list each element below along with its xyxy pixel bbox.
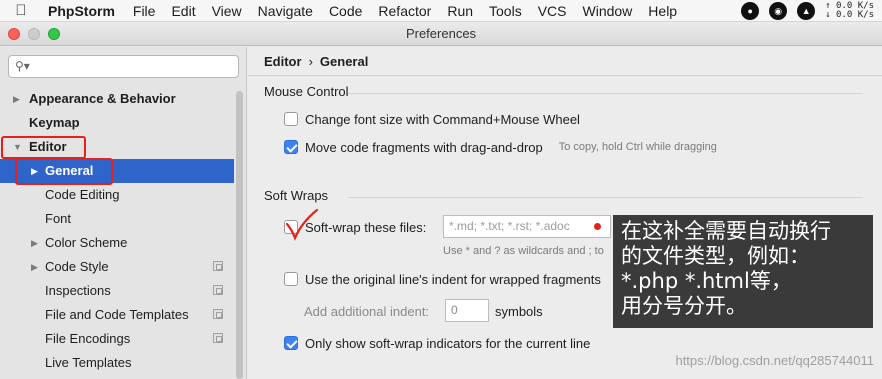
option-label: Only show soft-wrap indicators for the c…	[305, 335, 591, 351]
tree-item-label: Font	[45, 211, 72, 226]
tree-item-code-editing[interactable]: Code Editing	[0, 183, 234, 207]
callout-line: 的文件类型，例如：	[621, 244, 810, 268]
menu-tools[interactable]: Tools	[489, 3, 522, 19]
project-settings-icon	[213, 333, 223, 343]
section-title-soft-wraps: Soft Wraps	[264, 188, 329, 203]
window-title: Preferences	[405, 26, 477, 41]
symbols-row: symbols	[495, 302, 543, 320]
tree-item-label: Code Editing	[45, 187, 120, 202]
apple-icon[interactable]: 	[8, 2, 34, 19]
additional-indent-label: Add additional indent:	[304, 303, 430, 319]
settings-tree: ▶ Appearance & Behavior Keymap ▼ Editor …	[0, 87, 234, 375]
annotation-callout: 在这补全需要自动换行 的文件类型，例如： *.php *.html等， 用分号分…	[613, 215, 873, 328]
tree-item-color-scheme[interactable]: ▶ Color Scheme	[0, 231, 234, 255]
status-tray: ● ◉ ▲ ↑ 0.0 K/s ↓ 0.0 K/s	[741, 0, 882, 22]
callout-line: 用分号分开。	[621, 294, 747, 318]
option-hint: To copy, hold Ctrl while dragging	[558, 141, 717, 153]
menu-edit[interactable]: Edit	[171, 3, 195, 19]
sidebar-scrollbar[interactable]	[236, 91, 244, 379]
tree-item-live-templates[interactable]: Live Templates	[0, 351, 234, 375]
tree-item-file-encodings[interactable]: File Encodings	[0, 327, 234, 351]
tree-item-keymap[interactable]: Keymap	[0, 111, 234, 135]
settings-content: Editor › General Mouse Control Change font…	[248, 47, 882, 379]
annotation-check-mark-icon	[285, 208, 319, 241]
tree-item-font[interactable]: Font	[0, 207, 234, 231]
menu-view[interactable]: View	[212, 3, 242, 19]
tree-item-label: File Encodings	[45, 331, 131, 346]
project-settings-icon	[213, 309, 223, 319]
breadcrumb-parent[interactable]: Editor	[264, 54, 302, 69]
app-menu[interactable]: PhpStorm	[48, 3, 115, 19]
menu-refactor[interactable]: Refactor	[378, 3, 431, 19]
expand-arrow-icon[interactable]: ▶	[31, 231, 38, 255]
tree-item-label: Keymap	[29, 115, 80, 130]
callout-line: 在这补全需要自动换行	[621, 219, 831, 243]
tree-item-label: Inspections	[45, 283, 111, 298]
settings-sidebar: ⚲▾ ▶ Appearance & Behavior Keymap ▼ Edit…	[0, 47, 247, 379]
tree-item-inspections[interactable]: Inspections	[0, 279, 234, 303]
header-divider	[248, 75, 882, 76]
option-indicators-current-line[interactable]: Only show soft-wrap indicators for the c…	[284, 334, 590, 352]
menu-code[interactable]: Code	[329, 3, 362, 19]
network-speed: ↑ 0.0 K/s ↓ 0.0 K/s	[825, 2, 874, 20]
checkbox[interactable]	[284, 272, 298, 286]
window-titlebar: Preferences	[0, 22, 882, 46]
menu-navigate[interactable]: Navigate	[258, 3, 313, 19]
menu-run[interactable]: Run	[447, 3, 473, 19]
callout-line: *.php *.html等，	[621, 269, 792, 293]
menu-help[interactable]: Help	[648, 3, 677, 19]
symbols-label: symbols	[495, 303, 543, 319]
menu-vcs[interactable]: VCS	[538, 3, 567, 19]
menu-file[interactable]: File	[133, 3, 156, 19]
option-drag-drop[interactable]: Move code fragments with drag-and-drop T…	[284, 138, 717, 156]
option-label: Change font size with Command+Mouse Whee…	[305, 111, 580, 127]
option-label: Use the original line's indent for wrapp…	[305, 271, 601, 287]
section-divider	[348, 93, 863, 94]
tree-item-code-style[interactable]: ▶ Code Style	[0, 255, 234, 279]
menu-bar:  PhpStorm File Edit View Navigate Code …	[0, 0, 882, 22]
breadcrumb-separator: ›	[308, 54, 313, 69]
menu-window[interactable]: Window	[583, 3, 633, 19]
tree-item-label: Color Scheme	[45, 235, 128, 250]
breadcrumb-current: General	[319, 54, 369, 69]
wildcard-hint: Use * and ? as wildcards and ; to	[443, 245, 604, 257]
option-label: Soft-wrap these files:	[305, 219, 427, 235]
tree-item-label: File and Code Templates	[45, 307, 189, 322]
additional-indent-input[interactable]: 0	[445, 299, 489, 322]
expand-arrow-icon[interactable]: ▶	[13, 87, 20, 111]
annotation-box-general	[15, 158, 113, 185]
option-label: Move code fragments with drag-and-drop	[305, 139, 543, 155]
wechat-work-icon[interactable]: ●	[741, 2, 760, 20]
annotation-box-editor	[1, 136, 86, 159]
net-download: ↓ 0.0 K/s	[825, 10, 874, 20]
settings-search-input[interactable]: ⚲▾	[8, 55, 239, 78]
tree-item-appearance[interactable]: ▶ Appearance & Behavior	[0, 87, 234, 111]
additional-indent-row: Add additional indent:	[304, 302, 429, 320]
section-divider	[348, 197, 863, 198]
tree-item-label: Appearance & Behavior	[29, 91, 176, 106]
breadcrumb: Editor › General	[264, 54, 368, 69]
expand-arrow-icon[interactable]: ▶	[31, 255, 38, 279]
tree-item-label: Code Style	[45, 259, 109, 274]
soft-wrap-files-input[interactable]: *.md; *.txt; *.rst; *.adoc	[443, 215, 611, 238]
section-title-mouse-control: Mouse Control	[264, 84, 349, 99]
scrollbar-thumb[interactable]	[236, 91, 243, 379]
option-original-indent[interactable]: Use the original line's indent for wrapp…	[284, 270, 601, 288]
project-settings-icon	[213, 261, 223, 271]
checkbox[interactable]	[284, 140, 298, 154]
tree-item-file-code-templates[interactable]: File and Code Templates	[0, 303, 234, 327]
wechat-icon[interactable]: ◉	[769, 2, 788, 20]
checkbox[interactable]	[284, 336, 298, 350]
tree-item-label: Live Templates	[45, 355, 132, 370]
qq-icon[interactable]: ▲	[797, 2, 816, 20]
search-icon: ⚲▾	[15, 59, 30, 73]
annotation-red-dot	[594, 223, 601, 230]
option-font-size-wheel[interactable]: Change font size with Command+Mouse Whee…	[284, 110, 580, 128]
project-settings-icon	[213, 285, 223, 295]
watermark: https://blog.csdn.net/qq285744011	[675, 353, 874, 368]
checkbox[interactable]	[284, 112, 298, 126]
